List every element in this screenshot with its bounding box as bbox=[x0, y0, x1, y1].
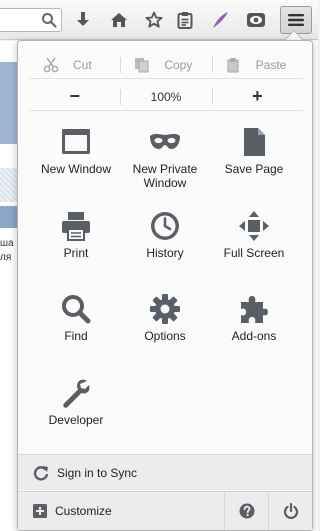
power-icon bbox=[283, 503, 298, 519]
wrench-icon bbox=[63, 379, 90, 408]
new-private-window-label: New Private Window bbox=[132, 162, 198, 190]
new-private-window-button[interactable]: New Private Window bbox=[119, 126, 211, 204]
fullscreen-icon bbox=[239, 211, 269, 241]
magnifier-icon bbox=[62, 295, 91, 324]
zoom-out-label: − bbox=[69, 86, 80, 106]
eye-icon bbox=[247, 13, 265, 27]
help-icon bbox=[239, 503, 254, 519]
bookmarks-menu-button[interactable] bbox=[174, 9, 196, 31]
help-button[interactable] bbox=[224, 492, 268, 530]
cut-label: Cut bbox=[73, 57, 92, 72]
navigation-toolbar bbox=[0, 0, 318, 40]
copy-label: Copy bbox=[164, 57, 193, 72]
history-label: History bbox=[146, 246, 184, 260]
plus-box-icon bbox=[33, 504, 47, 518]
zoom-controls: − 100% + bbox=[29, 83, 303, 111]
mask-icon bbox=[150, 133, 180, 149]
zoom-in-button[interactable]: + bbox=[211, 83, 303, 110]
add-ons-button[interactable]: Add-ons bbox=[208, 293, 300, 371]
sync-icon bbox=[33, 465, 49, 480]
customize-footer: Customize bbox=[18, 491, 312, 530]
developer-label: Developer bbox=[48, 413, 104, 427]
feather-button[interactable] bbox=[209, 9, 231, 31]
paste-icon bbox=[227, 57, 239, 72]
print-label: Print bbox=[63, 246, 89, 260]
sync-button[interactable]: Sign in to Sync bbox=[18, 454, 312, 490]
sync-label: Sign in to Sync bbox=[57, 465, 138, 480]
save-page-label: Save Page bbox=[224, 162, 284, 176]
feather-icon bbox=[213, 12, 228, 28]
page-text-fragment: ша bbox=[0, 238, 14, 249]
home-icon bbox=[111, 13, 127, 27]
clock-icon bbox=[151, 212, 179, 240]
clipboard-icon bbox=[177, 12, 193, 29]
quit-button[interactable] bbox=[268, 492, 312, 530]
history-button[interactable]: History bbox=[119, 210, 211, 288]
zoom-in-label: + bbox=[252, 86, 263, 106]
bookmark-star-button[interactable] bbox=[143, 9, 165, 31]
page-banner bbox=[0, 62, 18, 144]
gear-icon bbox=[150, 294, 180, 324]
main-menu-panel: Cut Copy Paste − 100% + New Window New P… bbox=[17, 40, 313, 531]
search-bar[interactable] bbox=[0, 8, 62, 32]
puzzle-icon bbox=[241, 296, 268, 323]
print-button[interactable]: Print bbox=[30, 210, 122, 288]
window-icon bbox=[62, 129, 90, 154]
search-icon[interactable] bbox=[41, 12, 57, 28]
page-text-fragment: ля bbox=[0, 252, 12, 263]
full-screen-button[interactable]: Full Screen bbox=[208, 210, 300, 288]
options-button[interactable]: Options bbox=[119, 293, 211, 371]
add-ons-label: Add-ons bbox=[231, 329, 277, 343]
scissors-icon bbox=[43, 57, 59, 72]
find-button[interactable]: Find bbox=[30, 293, 122, 371]
edit-controls: Cut Copy Paste bbox=[29, 51, 303, 79]
home-button[interactable] bbox=[108, 9, 130, 31]
download-icon bbox=[77, 12, 89, 26]
copy-icon bbox=[135, 57, 149, 72]
page-pattern bbox=[0, 168, 18, 202]
page-icon bbox=[244, 128, 265, 156]
zoom-out-button[interactable]: − bbox=[29, 83, 120, 110]
new-window-label: New Window bbox=[40, 162, 112, 176]
options-label: Options bbox=[144, 329, 186, 343]
customize-label: Customize bbox=[55, 504, 112, 518]
page-bar bbox=[0, 206, 18, 228]
menu-button[interactable] bbox=[280, 6, 312, 34]
developer-button[interactable]: Developer bbox=[30, 377, 122, 455]
zoom-reset-button[interactable]: 100% bbox=[120, 83, 211, 110]
hamburger-icon bbox=[288, 14, 304, 26]
printer-icon bbox=[62, 212, 90, 241]
paste-button[interactable]: Paste bbox=[211, 51, 303, 78]
customize-button[interactable]: Customize bbox=[18, 492, 224, 530]
pocket-button[interactable] bbox=[245, 9, 267, 31]
paste-label: Paste bbox=[255, 57, 287, 72]
zoom-level: 100% bbox=[150, 89, 182, 104]
full-screen-label: Full Screen bbox=[223, 246, 285, 260]
star-icon bbox=[145, 11, 163, 28]
cut-button[interactable]: Cut bbox=[29, 51, 120, 78]
copy-button[interactable]: Copy bbox=[120, 51, 211, 78]
find-label: Find bbox=[64, 329, 88, 343]
downloads-button[interactable] bbox=[72, 9, 94, 31]
save-page-button[interactable]: Save Page bbox=[208, 126, 300, 204]
new-window-button[interactable]: New Window bbox=[30, 126, 122, 204]
